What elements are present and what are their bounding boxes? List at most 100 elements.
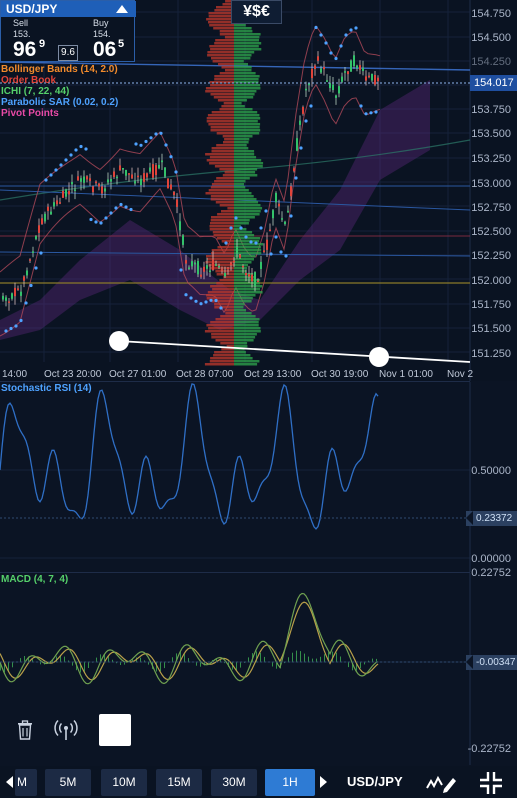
order-book-bar	[234, 210, 261, 213]
order-book-bar	[218, 63, 234, 66]
ticker-symbol[interactable]: USD/JPY	[6, 2, 57, 16]
macd-histogram-bar	[272, 662, 273, 667]
timeframe-button-15m[interactable]: 15M	[156, 769, 202, 796]
order-book-bar	[234, 138, 250, 141]
order-book-bar	[219, 30, 234, 33]
candle-body	[332, 84, 334, 90]
timeframe-button-10m[interactable]: 10M	[101, 769, 147, 796]
trash-icon[interactable]	[17, 720, 33, 740]
stochastic-rsi-canvas[interactable]	[0, 382, 517, 572]
macd-histogram-bar	[312, 658, 313, 662]
candle-body	[188, 267, 190, 269]
fullscreen-exit-icon[interactable]	[479, 771, 503, 795]
order-book-bar	[234, 342, 248, 345]
sar-dot	[299, 146, 303, 150]
buy-button[interactable]: Buy 154. 06 5	[79, 17, 136, 63]
macd-histogram-bar	[360, 662, 361, 669]
candle-body	[272, 210, 274, 219]
rsi-value-tag: 0.23372	[466, 511, 517, 526]
timeframe-button-1h[interactable]: 1H	[265, 769, 315, 796]
timeframe-button-partial[interactable]: M	[15, 769, 37, 796]
timeframe-button-30m[interactable]: 30M	[211, 769, 257, 796]
drawing-tools-icon[interactable]	[425, 772, 459, 794]
order-book-currency-button[interactable]: ¥$€	[231, 0, 282, 24]
scroll-right-arrow-icon[interactable]	[320, 776, 327, 788]
candle-body	[29, 259, 31, 261]
candle-body	[149, 167, 151, 172]
order-book-bar	[210, 84, 234, 87]
order-book-bar	[219, 33, 234, 36]
indicator-legend[interactable]: Bollinger Bands (14, 2.0) Order Book ICH…	[1, 64, 118, 119]
sar-dot	[314, 25, 318, 30]
candle-body	[194, 262, 196, 265]
order-book-bar	[210, 129, 234, 132]
sar-dot	[159, 131, 163, 135]
order-book-bar	[211, 147, 234, 150]
candle-body	[233, 260, 235, 263]
order-book-bar	[211, 333, 234, 336]
sar-dot	[164, 143, 168, 147]
candle-body	[113, 171, 115, 177]
order-book-bar	[212, 231, 234, 234]
legend-parabolic-sar[interactable]: Parabolic SAR (0.02, 0.2)	[1, 97, 118, 108]
macd-histogram-bar	[316, 658, 317, 662]
legend-bollinger[interactable]: Bollinger Bands (14, 2.0)	[1, 64, 118, 75]
order-book-bar	[234, 141, 249, 144]
time-axis-label: Oct 30 19:00	[311, 369, 369, 380]
trend-line-handle[interactable]	[369, 347, 389, 367]
sar-dot	[249, 240, 253, 244]
macd-histogram-bar	[288, 657, 289, 662]
order-book-bar	[224, 138, 234, 141]
candle-body	[317, 56, 319, 61]
candle-body	[269, 229, 271, 232]
order-book-bar	[234, 336, 256, 339]
order-book-bar	[209, 24, 234, 27]
sar-dot	[169, 155, 173, 159]
time-axis-label: Nov 2	[447, 369, 474, 380]
order-book-bar	[234, 234, 255, 237]
legend-ichimoku[interactable]: ICHI (7, 22, 44)	[1, 86, 118, 97]
scroll-left-arrow-icon[interactable]	[6, 776, 13, 788]
sar-dot	[369, 111, 373, 115]
candle-body	[191, 261, 193, 267]
collapse-arrow-icon[interactable]	[116, 5, 128, 13]
order-book-bar	[221, 210, 234, 213]
sar-dot	[254, 241, 258, 245]
candle-body	[320, 68, 322, 73]
timeframe-button-5m[interactable]: 5M	[45, 769, 91, 796]
price-axis-label: 152.250	[471, 250, 511, 262]
order-book-bar	[206, 255, 234, 258]
time-axis-label: Oct 27 01:00	[109, 369, 167, 380]
order-book-bar	[215, 39, 234, 42]
price-chart[interactable]: 154.750 154.500 154.250 153.750 153.500 …	[0, 0, 517, 381]
order-book-bar	[207, 54, 234, 57]
legend-pivot-points[interactable]: Pivot Points	[1, 108, 118, 119]
broadcast-signal-icon[interactable]	[54, 719, 78, 741]
order-book-bar	[234, 60, 244, 63]
price-axis-label: 154.500	[471, 32, 511, 44]
ticker-header[interactable]: USD/JPY	[1, 1, 136, 17]
sar-dot	[204, 300, 208, 304]
order-book-bar	[210, 285, 234, 288]
sell-button[interactable]: Sell 153. 96 9	[1, 17, 58, 63]
macd-histogram-bar	[372, 658, 373, 662]
symbol-selector[interactable]: USD/JPY	[347, 774, 403, 789]
order-book-bar	[234, 72, 256, 75]
macd-histogram-bar	[88, 662, 89, 668]
macd-histogram-bar	[348, 662, 349, 668]
order-book-bar	[234, 114, 260, 117]
order-book-bar	[217, 213, 234, 216]
candle-body	[155, 165, 157, 175]
sell-price-big: 96	[13, 38, 37, 61]
color-picker-button[interactable]	[99, 714, 131, 746]
trend-line-handle[interactable]	[109, 331, 129, 351]
order-book-bar	[234, 120, 258, 123]
candle-body	[164, 167, 166, 177]
candle-body	[260, 261, 262, 269]
legend-order-book[interactable]: Order Book	[1, 75, 118, 86]
stochastic-rsi-panel[interactable]: Stochastic RSI (14) 0.50000 0.00000 0.23…	[0, 382, 517, 572]
order-book-bar	[234, 54, 252, 57]
sar-dot	[339, 44, 343, 48]
ticker-panel[interactable]: USD/JPY Sell 153. 96 9 9.6 Buy 154. 06 5	[0, 0, 136, 63]
order-book-bar	[234, 63, 248, 66]
